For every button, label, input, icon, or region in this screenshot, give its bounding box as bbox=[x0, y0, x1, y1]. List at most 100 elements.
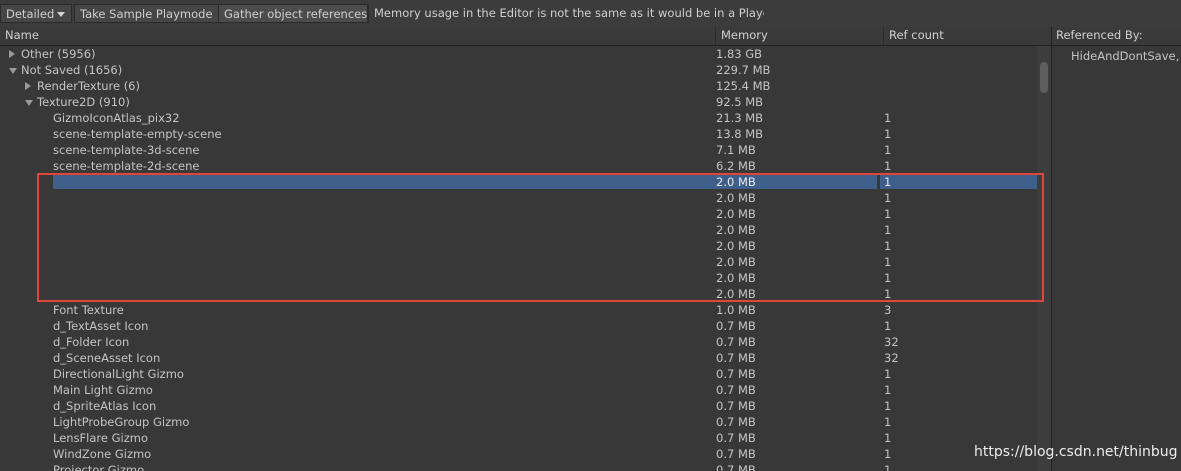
row-name: scene-template-3d-scene bbox=[53, 143, 200, 157]
tree-row[interactable]: d_SceneAsset Icon 0.7 MB 32 bbox=[0, 350, 1037, 366]
tree-row[interactable]: Texture2D (910) 92.5 MB bbox=[0, 94, 1037, 110]
referenced-by-item[interactable]: HideAndDontSave, bbox=[1052, 48, 1181, 64]
memory-column-header[interactable]: Memory bbox=[716, 27, 884, 45]
tree-row[interactable]: LensFlare Gizmo 0.7 MB 1 bbox=[0, 430, 1037, 446]
row-memory: 125.4 MB bbox=[716, 79, 771, 93]
editor-memory-notice: Memory usage in the Editor is not the sa… bbox=[368, 4, 764, 23]
expand-arrow-right-icon[interactable] bbox=[25, 82, 31, 90]
tree-row[interactable]: Projector Gizmo 0.7 MB 1 bbox=[0, 462, 1037, 471]
row-ref-count: 32 bbox=[884, 335, 899, 349]
vertical-scrollbar[interactable] bbox=[1037, 46, 1051, 471]
row-memory: 229.7 MB bbox=[716, 63, 771, 77]
tree-row[interactable]: 2.0 MB 1 bbox=[0, 222, 1037, 238]
scrollbar-thumb[interactable] bbox=[1040, 62, 1048, 93]
row-name: Texture2D (910) bbox=[37, 95, 130, 109]
ref-count-column-header[interactable]: Ref count bbox=[884, 27, 1051, 45]
row-name: Main Light Gizmo bbox=[53, 383, 153, 397]
row-ref-count: 1 bbox=[884, 143, 892, 157]
tree-row[interactable]: 2.0 MB 1 bbox=[0, 238, 1037, 254]
tree-row[interactable]: 2.0 MB 1 bbox=[0, 286, 1037, 302]
tree-row[interactable]: d_TextAsset Icon 0.7 MB 1 bbox=[0, 318, 1037, 334]
tree-row[interactable]: LightProbeGroup Gizmo 0.7 MB 1 bbox=[0, 414, 1037, 430]
row-name: GizmoIconAtlas_pix32 bbox=[53, 111, 180, 125]
name-column-header[interactable]: Name bbox=[0, 27, 716, 45]
tree-row[interactable]: d_Folder Icon 0.7 MB 32 bbox=[0, 334, 1037, 350]
referenced-by-panel: Referenced By: HideAndDontSave, bbox=[1051, 27, 1181, 471]
profiler-toolbar: Detailed Take Sample Playmode Gather obj… bbox=[0, 0, 1181, 28]
row-memory: 1.0 MB bbox=[716, 303, 756, 317]
row-memory: 0.7 MB bbox=[716, 447, 756, 461]
row-ref-count: 1 bbox=[884, 111, 892, 125]
row-memory: 7.1 MB bbox=[716, 143, 756, 157]
row-name: d_SpriteAtlas Icon bbox=[53, 399, 157, 413]
row-memory: 0.7 MB bbox=[716, 463, 756, 471]
tree-row[interactable]: scene-template-3d-scene 7.1 MB 1 bbox=[0, 142, 1037, 158]
tree-row[interactable]: d_SpriteAtlas Icon 0.7 MB 1 bbox=[0, 398, 1037, 414]
row-name: Other (5956) bbox=[21, 47, 96, 61]
chevron-down-icon bbox=[57, 12, 65, 17]
take-sample-button[interactable]: Take Sample Playmode bbox=[74, 4, 219, 23]
row-memory: 2.0 MB bbox=[716, 175, 756, 189]
row-memory: 13.8 MB bbox=[716, 127, 764, 141]
tree-row[interactable]: 2.0 MB 1 bbox=[0, 190, 1037, 206]
view-mode-dropdown[interactable]: Detailed bbox=[0, 4, 72, 23]
row-ref-count: 1 bbox=[884, 127, 892, 141]
tree-row[interactable]: WindZone Gizmo 0.7 MB 1 bbox=[0, 446, 1037, 462]
tree-row[interactable]: scene-template-empty-scene 13.8 MB 1 bbox=[0, 126, 1037, 142]
row-ref-count: 1 bbox=[884, 383, 892, 397]
tree-row[interactable]: 2.0 MB 1 bbox=[0, 174, 1037, 190]
row-name: scene-template-empty-scene bbox=[53, 127, 222, 141]
expand-arrow-down-icon[interactable] bbox=[9, 68, 17, 74]
row-memory: 0.7 MB bbox=[716, 335, 756, 349]
row-ref-count: 1 bbox=[884, 367, 892, 381]
row-memory: 0.7 MB bbox=[716, 431, 756, 445]
row-name: LensFlare Gizmo bbox=[53, 431, 149, 445]
row-name: WindZone Gizmo bbox=[53, 447, 152, 461]
row-memory: 1.83 GB bbox=[716, 47, 763, 61]
row-memory: 2.0 MB bbox=[716, 255, 756, 269]
row-ref-count: 1 bbox=[884, 207, 892, 221]
tree-row[interactable]: DirectionalLight Gizmo 0.7 MB 1 bbox=[0, 366, 1037, 382]
row-memory: 2.0 MB bbox=[716, 239, 756, 253]
memory-tree-view: Other (5956) 1.83 GB Not Saved (1656) 229.7… bbox=[0, 46, 1037, 471]
tree-row[interactable]: Not Saved (1656) 229.7 MB bbox=[0, 62, 1037, 78]
watermark: https://blog.csdn.net/thinbug bbox=[974, 444, 1178, 460]
referenced-by-title: Referenced By: bbox=[1052, 27, 1181, 46]
row-ref-count: 1 bbox=[884, 239, 892, 253]
tree-row[interactable]: 2.0 MB 1 bbox=[0, 206, 1037, 222]
tree-row[interactable]: Other (5956) 1.83 GB bbox=[0, 46, 1037, 62]
row-memory: 92.5 MB bbox=[716, 95, 764, 109]
row-memory: 2.0 MB bbox=[716, 207, 756, 221]
row-name: Not Saved (1656) bbox=[21, 63, 123, 77]
row-memory: 6.2 MB bbox=[716, 159, 756, 173]
tree-row[interactable]: RenderTexture (6) 125.4 MB bbox=[0, 78, 1037, 94]
row-ref-count: 1 bbox=[884, 223, 892, 237]
gather-references-toggle[interactable]: Gather object references bbox=[218, 4, 368, 23]
row-ref-count: 1 bbox=[884, 463, 892, 471]
row-ref-count: 1 bbox=[884, 319, 892, 333]
row-ref-count: 1 bbox=[884, 431, 892, 445]
tree-row[interactable]: 2.0 MB 1 bbox=[0, 254, 1037, 270]
row-ref-count: 1 bbox=[884, 175, 892, 189]
row-memory: 0.7 MB bbox=[716, 399, 756, 413]
row-name: d_TextAsset Icon bbox=[53, 319, 149, 333]
row-name: d_Folder Icon bbox=[53, 335, 130, 349]
tree-row[interactable]: Main Light Gizmo 0.7 MB 1 bbox=[0, 382, 1037, 398]
tree-row[interactable]: 2.0 MB 1 bbox=[0, 270, 1037, 286]
row-memory: 0.7 MB bbox=[716, 383, 756, 397]
row-name: RenderTexture (6) bbox=[37, 79, 140, 93]
row-ref-count: 3 bbox=[884, 303, 892, 317]
row-name: Font Texture bbox=[53, 303, 124, 317]
row-ref-count: 32 bbox=[884, 351, 899, 365]
row-ref-count: 1 bbox=[884, 271, 892, 285]
tree-row[interactable]: Font Texture 1.0 MB 3 bbox=[0, 302, 1037, 318]
expand-arrow-down-icon[interactable] bbox=[25, 100, 33, 106]
selection-highlight bbox=[880, 174, 1037, 189]
expand-arrow-right-icon[interactable] bbox=[9, 50, 15, 58]
tree-row[interactable]: GizmoIconAtlas_pix32 21.3 MB 1 bbox=[0, 110, 1037, 126]
row-ref-count: 1 bbox=[884, 415, 892, 429]
row-memory: 0.7 MB bbox=[716, 319, 756, 333]
row-ref-count: 1 bbox=[884, 447, 892, 461]
tree-row[interactable]: scene-template-2d-scene 6.2 MB 1 bbox=[0, 158, 1037, 174]
row-name: Projector Gizmo bbox=[53, 463, 145, 471]
